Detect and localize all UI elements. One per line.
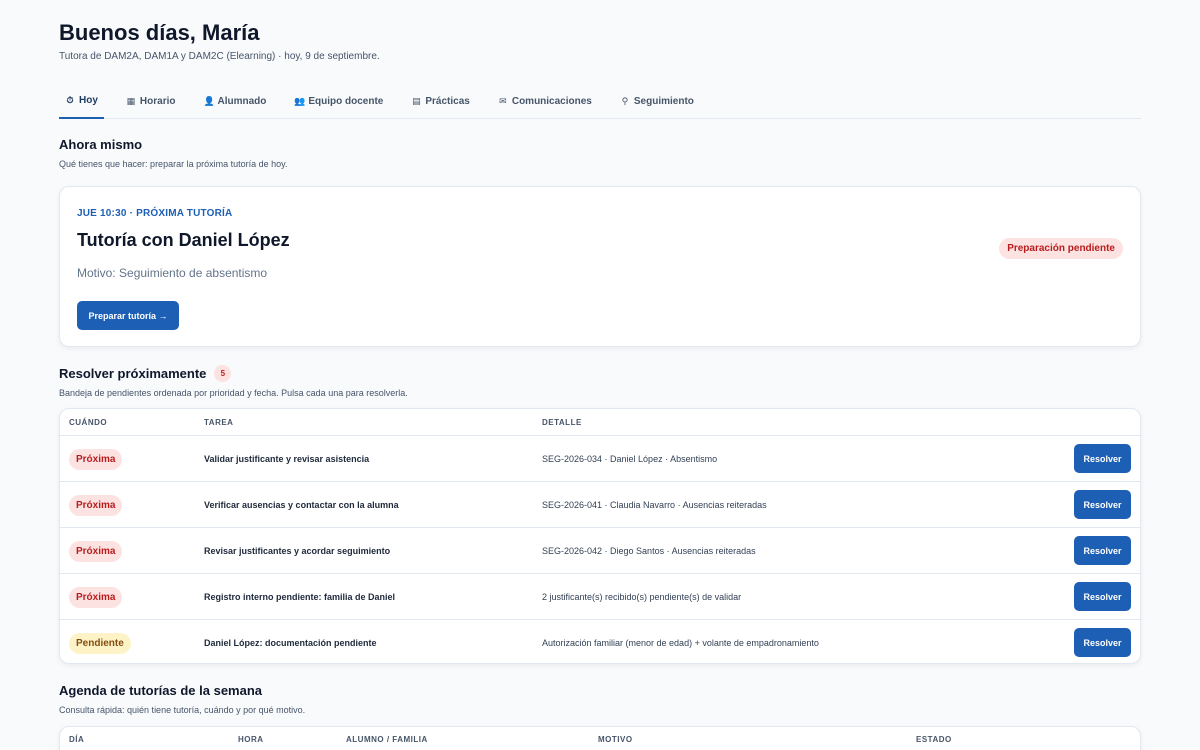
tab-label: Hoy	[79, 95, 98, 106]
priority-badge: Próxima	[69, 448, 123, 470]
cell-task: Revisar justificantes y acordar seguimie…	[204, 546, 391, 556]
status-badge: Preparación pendiente	[999, 238, 1123, 259]
table-header: CUÁNDO TAREA DETALLE	[60, 409, 1140, 436]
tab-label: Horario	[139, 96, 176, 107]
tab-label: Alumnado	[217, 96, 267, 107]
cell-when: Próxima	[69, 528, 123, 574]
table-row[interactable]: Pendiente Daniel López: documentación pen…	[60, 620, 1140, 663]
table-row[interactable]: Próxima Verificar ausencias y contactar c…	[60, 482, 1140, 528]
page-title: Buenos días, María	[59, 20, 260, 45]
cell-when: Pendiente	[69, 620, 131, 663]
priority-badge: Próxima	[69, 494, 123, 516]
cell-task: Daniel López: documentación pendiente	[204, 638, 377, 648]
tab-label: Seguimiento	[633, 96, 694, 107]
cell-when: Próxima	[69, 574, 123, 620]
resolve-button[interactable]: Resolver	[1074, 536, 1131, 565]
resolve-button[interactable]: Resolver	[1074, 628, 1131, 657]
tab-practicas[interactable]: ▤ Prácticas	[405, 84, 475, 119]
cell-detail: SEG-2026-034 · Daniel López · Absentismo	[542, 454, 718, 464]
tab-label: Prácticas	[425, 96, 470, 107]
cell-when: Próxima	[69, 482, 123, 528]
cell-detail: SEG-2026-041 · Claudia Navarro · Ausenci…	[542, 500, 767, 510]
table-body: Próxima Validar justificante y revisar as…	[60, 436, 1140, 663]
tab-label: Comunicaciones	[511, 96, 592, 107]
pending-table: CUÁNDO TAREA DETALLE Próxima Validar just…	[59, 408, 1141, 664]
cell-detail: SEG-2026-042 · Diego Santos · Ausencias …	[542, 546, 756, 556]
next-tutorial-title: Tutoría con Daniel López	[77, 230, 290, 250]
resolve-button[interactable]: Resolver	[1074, 490, 1131, 519]
table-row[interactable]: Próxima Validar justificante y revisar as…	[60, 436, 1140, 482]
cell-detail: 2 justificante(s) recibido(s) pendiente(…	[542, 592, 742, 602]
column-header-status: ESTADO	[916, 735, 952, 744]
page-subtitle: Tutora de DAM2A, DAM1A y DAM2C (Elearnin…	[59, 51, 380, 62]
tab-bar: ⏱ Hoy ▦ Horario 👤 Alumnado 👥 Equipo docente ▤ Prá…	[59, 84, 1141, 119]
tab-equipo-docente[interactable]: 👥 Equipo docente	[288, 84, 389, 119]
table-row[interactable]: Próxima Revisar justificantes y acordar s…	[60, 528, 1140, 574]
column-header-reason: MOTIVO	[598, 735, 633, 744]
priority-badge: Próxima	[69, 586, 123, 608]
agenda-table-header: DÍA HORA ALUMNO / FAMILIA MOTIVO ESTADO	[60, 727, 1140, 750]
section-title-now: Ahora mismo	[59, 137, 142, 152]
magnifier-icon: ⚲	[621, 96, 629, 106]
cell-when: Próxima	[69, 436, 123, 482]
section-title-agenda: Agenda de tutorías de la semana	[59, 683, 262, 698]
section-subtitle-pending: Bandeja de pendientes ordenada por prior…	[59, 388, 408, 398]
tab-hoy[interactable]: ⏱ Hoy	[59, 84, 104, 119]
tab-label: Equipo docente	[308, 96, 384, 107]
building-icon: ▤	[412, 96, 421, 106]
next-tutorial-reason: Motivo: Seguimiento de absentismo	[77, 266, 268, 280]
pending-count-badge: 5	[214, 365, 232, 382]
section-title-pending-label: Resolver próximamente	[59, 366, 207, 381]
section-title-pending: Resolver próximamente 5	[59, 365, 232, 382]
cell-task: Verificar ausencias y contactar con la a…	[204, 500, 399, 510]
column-header-student: ALUMNO / FAMILIA	[346, 735, 428, 744]
next-tutorial-card: JUE 10:30 · PRÓXIMA TUTORÍA Tutoría con …	[59, 186, 1141, 347]
calendar-icon: ▦	[126, 96, 136, 106]
cell-task: Validar justificante y revisar asistenci…	[204, 454, 370, 464]
agenda-table: DÍA HORA ALUMNO / FAMILIA MOTIVO ESTADO	[59, 726, 1141, 750]
column-header-when: CUÁNDO	[69, 418, 108, 427]
table-row[interactable]: Próxima Registro interno pendiente: famil…	[60, 574, 1140, 620]
tab-seguimiento[interactable]: ⚲ Seguimiento	[614, 84, 700, 119]
clock-icon: ⏱	[66, 95, 74, 105]
prepare-tutorial-button[interactable]: Preparar tutoría →	[77, 301, 179, 330]
cell-task: Registro interno pendiente: familia de D…	[204, 592, 396, 602]
section-title-agenda-label: Agenda de tutorías de la semana	[59, 683, 263, 698]
resolve-button[interactable]: Resolver	[1074, 582, 1131, 611]
column-header-day: DÍA	[69, 735, 85, 744]
tab-alumnado[interactable]: 👤 Alumnado	[197, 84, 272, 119]
team-icon: 👥	[294, 96, 306, 106]
section-subtitle-now: Qué tienes que hacer: preparar la próxim…	[59, 159, 288, 169]
column-header-time: HORA	[238, 735, 264, 744]
tab-horario[interactable]: ▦ Horario	[120, 84, 182, 119]
resolve-button[interactable]: Resolver	[1074, 444, 1131, 473]
next-tutorial-eyebrow: JUE 10:30 · PRÓXIMA TUTORÍA	[77, 208, 233, 219]
cell-detail: Autorización familiar (menor de edad) + …	[542, 638, 819, 648]
section-title-now-label: Ahora mismo	[59, 137, 143, 152]
column-header-task: TAREA	[204, 418, 234, 427]
column-header-detail: DETALLE	[542, 418, 582, 427]
student-icon: 👤	[203, 96, 215, 106]
envelope-icon: ✉	[499, 96, 507, 106]
section-subtitle-agenda: Consulta rápida: quién tiene tutoría, cu…	[59, 705, 306, 715]
tab-comunicaciones[interactable]: ✉ Comunicaciones	[492, 84, 598, 119]
priority-badge: Pendiente	[69, 632, 131, 654]
priority-badge: Próxima	[69, 540, 123, 562]
